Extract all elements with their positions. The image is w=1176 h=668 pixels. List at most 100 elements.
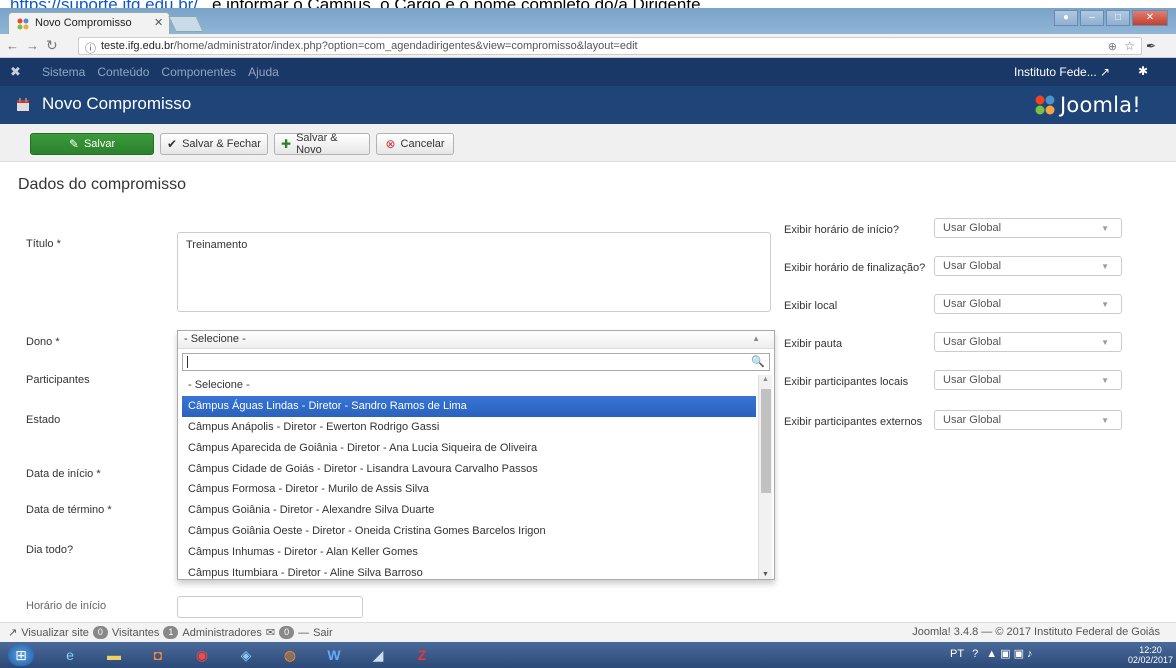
maximize-button[interactable]: □ [1106, 10, 1130, 26]
folder-icon[interactable]: ▬ [96, 644, 132, 666]
dono-select[interactable]: - Selecione - ▲ [178, 331, 774, 349]
logout-link[interactable]: Sair [313, 627, 333, 639]
chevron-down-icon: ▼ [1101, 300, 1109, 309]
app-icon[interactable]: ◢ [360, 644, 396, 666]
dropdown-option[interactable]: Câmpus Anápolis - Diretor - Ewerton Rodr… [182, 417, 756, 438]
dono-selected-value: - Selecione - [184, 333, 246, 345]
chevron-down-icon: ▼ [1101, 416, 1109, 425]
chevron-up-icon: ▲ [752, 334, 760, 343]
dropdown-option[interactable]: - Selecione - [182, 375, 756, 396]
tray-icons[interactable]: ▲ ▣ ▣ ♪ [986, 647, 1032, 660]
text-caret [187, 356, 188, 368]
save-new-button[interactable]: ✚ Salvar & Novo [274, 132, 370, 156]
info-icon[interactable]: ⓘ [85, 40, 96, 56]
reload-icon[interactable]: ↻ [46, 37, 58, 54]
plus-icon: ✚ [281, 137, 292, 151]
titulo-textarea[interactable]: Treinamento [177, 232, 771, 312]
mail-icon[interactable]: ✉ [266, 626, 275, 639]
extension-pen-icon[interactable]: ✒ [1146, 39, 1156, 53]
cancel-label: Cancelar [400, 138, 445, 150]
opt-select-3[interactable]: Usar Global ▼ [934, 332, 1122, 352]
ie-icon[interactable]: e [52, 644, 88, 666]
back-icon[interactable]: ← [6, 38, 19, 53]
scrollbar-thumb[interactable] [761, 389, 771, 493]
footer-text: Joomla! 3.4.8 — © 2017 Instituto Federal… [912, 626, 1160, 638]
tab-close-icon[interactable]: ✕ [154, 16, 163, 29]
opt-label-2: Exibir local [784, 300, 838, 312]
horario-inicio-input[interactable] [177, 596, 363, 618]
view-site-link[interactable]: Visualizar site [21, 627, 89, 639]
browser-tab[interactable]: Novo Compromisso ✕ [8, 12, 170, 34]
site-link[interactable]: Instituto Fede... ↗ [1014, 65, 1110, 79]
titulo-label: Título * [26, 238, 61, 250]
system-tray: PT ? ▲ ▣ ▣ ♪ [950, 647, 1033, 661]
external-link-icon: ↗ [8, 627, 18, 639]
dropdown-option-highlighted[interactable]: Câmpus Águas Lindas - Diretor - Sandro R… [182, 395, 756, 417]
zoom-icon[interactable]: ⊕ [1108, 40, 1117, 53]
cancel-button[interactable]: ⊗ Cancelar [376, 133, 454, 155]
dropdown-option[interactable]: Câmpus Formosa - Diretor - Murilo de Ass… [182, 479, 756, 500]
forward-icon[interactable]: → [26, 38, 39, 53]
form-legend: Dados do compromisso [18, 176, 187, 193]
shield-app-icon[interactable]: ◈ [228, 644, 264, 666]
language-indicator[interactable]: PT [950, 648, 964, 660]
save-close-button[interactable]: ✔ Salvar & Fechar [160, 133, 268, 155]
clock[interactable]: 12:20 02/02/2017 [1128, 645, 1173, 665]
joomla-menu-icon[interactable]: ✖ [10, 64, 21, 80]
os-taskbar: ⊞ e ▬ ◘ ◉ ◈ ◍ W ◢ Z PT ? ▲ ▣ ▣ ♪ 12:20 0… [0, 642, 1176, 668]
chrome-icon[interactable]: ◉ [184, 644, 220, 666]
opt-label-5: Exibir participantes externos [784, 416, 923, 428]
bookmark-star-icon[interactable]: ☆ [1124, 39, 1135, 53]
start-button[interactable]: ⊞ [8, 644, 34, 666]
help-icon[interactable]: ? [972, 648, 978, 660]
scroll-down-icon[interactable]: ▼ [762, 571, 769, 578]
dropdown-option[interactable]: Câmpus Aparecida de Goiânia - Diretor - … [182, 438, 756, 459]
user-icon[interactable]: ● [1054, 10, 1078, 26]
opt-select-4[interactable]: Usar Global ▼ [934, 370, 1122, 390]
dropdown-search-input[interactable]: 🔍 [182, 353, 770, 371]
cancel-icon: ⊗ [385, 137, 396, 151]
horario-inicio-label: Horário de início [26, 600, 107, 612]
save-label: Salvar [83, 138, 116, 150]
opt-value-2: Usar Global [943, 298, 1002, 310]
menu-componentes[interactable]: Componentes [161, 65, 236, 79]
menu-sistema[interactable]: Sistema [42, 65, 85, 79]
window-controls: ● – □ ✕ [1054, 10, 1168, 28]
minimize-button[interactable]: – [1080, 10, 1104, 26]
search-icon: 🔍 [751, 356, 765, 368]
chevron-down-icon: ▼ [1101, 262, 1109, 271]
word-icon[interactable]: W [316, 644, 352, 666]
opt-select-1[interactable]: Usar Global ▼ [934, 256, 1122, 276]
url-input[interactable]: ⓘ teste.ifg.edu.br/home/administrator/in… [78, 37, 1142, 55]
opt-value-1: Usar Global [943, 260, 1002, 272]
visitors-label: Visitantes [111, 626, 160, 639]
dono-dropdown[interactable]: - Selecione - ▲ 🔍 - Selecione - Câmpus Á… [177, 330, 775, 580]
dropdown-option[interactable]: Câmpus Itumbiara - Diretor - Aline Silva… [182, 563, 756, 579]
firefox-icon[interactable]: ◍ [272, 644, 308, 666]
gear-icon[interactable]: ✱ [1138, 64, 1148, 78]
opt-label-0: Exibir horário de início? [784, 224, 899, 236]
admins-label: Administradores [182, 626, 262, 639]
opt-select-2[interactable]: Usar Global ▼ [934, 294, 1122, 314]
messages-badge: 0 [279, 626, 295, 639]
filezilla-icon[interactable]: Z [404, 644, 440, 666]
close-window-button[interactable]: ✕ [1132, 10, 1168, 26]
opt-select-0[interactable]: Usar Global ▼ [934, 218, 1122, 238]
dropdown-option[interactable]: Câmpus Inhumas - Diretor - Alan Keller G… [182, 542, 756, 563]
joomla-favicon-icon [17, 18, 29, 30]
scroll-up-icon[interactable]: ▲ [762, 376, 769, 383]
office-icon[interactable]: ◘ [140, 644, 176, 666]
dropdown-scrollbar[interactable]: ▲ ▼ [758, 375, 772, 579]
joomla-logo-text: Joomla! [1060, 93, 1141, 117]
dropdown-option[interactable]: Câmpus Goiânia Oeste - Diretor - Oneida … [182, 521, 756, 542]
opt-select-5[interactable]: Usar Global ▼ [934, 410, 1122, 430]
data-inicio-label: Data de início * [26, 468, 101, 480]
page-title: Novo Compromisso [42, 94, 192, 113]
dropdown-option[interactable]: Câmpus Cidade de Goiás - Diretor - Lisan… [182, 459, 756, 480]
dropdown-option[interactable]: Câmpus Goiânia - Diretor - Alexandre Sil… [182, 500, 756, 521]
menu-ajuda[interactable]: Ajuda [248, 65, 279, 79]
save-button[interactable]: ✎ Salvar [30, 133, 154, 155]
menu-conteudo[interactable]: Conteúdo [97, 65, 149, 79]
tab-title: Novo Compromisso [35, 17, 132, 29]
new-tab-button[interactable] [168, 16, 204, 32]
